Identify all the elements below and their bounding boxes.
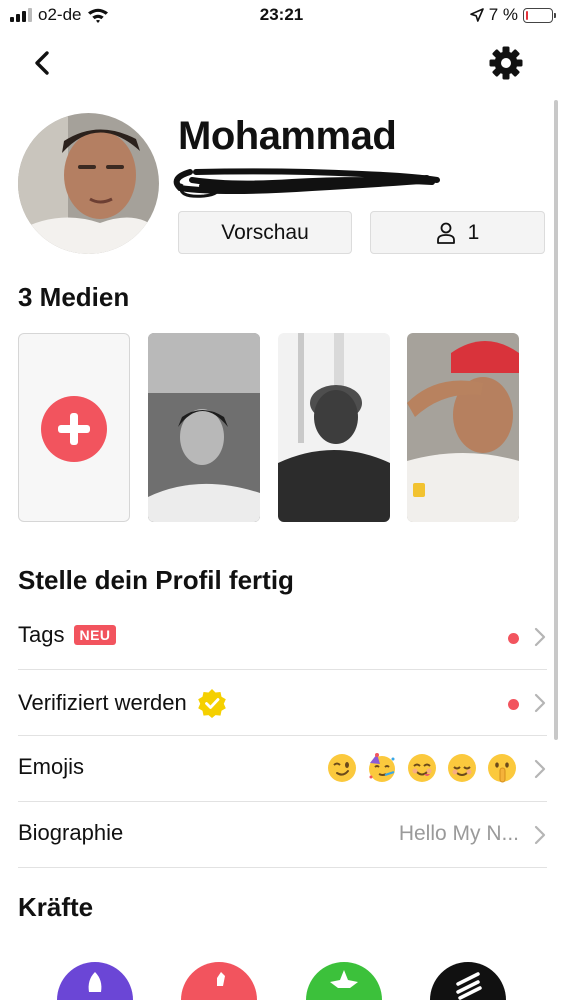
settings-button[interactable] (487, 44, 525, 82)
back-button[interactable] (26, 46, 60, 80)
finish-profile-title: Stelle dein Profil fertig (18, 565, 294, 595)
media-title: 3 Medien (18, 282, 130, 312)
preview-button[interactable]: Vorschau (178, 211, 352, 254)
power-stack-button[interactable] (430, 962, 506, 1000)
notification-dot (508, 633, 519, 644)
avatar[interactable] (18, 113, 159, 254)
media-thumbnail[interactable] (148, 333, 260, 522)
row-label: Verifiziert werden (18, 688, 227, 718)
person-icon (436, 222, 455, 244)
plus-icon (41, 396, 107, 462)
row-tags-label: Tags (18, 622, 65, 647)
media-photo (278, 333, 390, 522)
media-photo (148, 333, 260, 522)
smiling-face-icon (408, 754, 436, 782)
winking-face-icon (328, 754, 356, 782)
row-verified-label: Verifiziert werden (18, 690, 187, 715)
battery-level (526, 10, 528, 20)
row-label: Emojis (18, 754, 84, 780)
scrollbar[interactable] (554, 100, 558, 740)
add-media-button[interactable] (18, 333, 130, 522)
thumbs-up-icon (217, 972, 225, 986)
row-biography[interactable]: Biographie Hello My N... (18, 802, 547, 868)
row-label: Tags NEU (18, 622, 116, 648)
row-label: Biographie (18, 820, 123, 846)
chevron-right-icon (534, 693, 546, 713)
relieved-face-icon (448, 754, 476, 782)
chevron-right-icon (534, 627, 546, 647)
media-thumbnail[interactable] (407, 333, 519, 522)
redaction-scribble (173, 168, 440, 198)
profile-name: Mohammad (178, 114, 397, 158)
divider (18, 867, 547, 868)
followers-button[interactable]: 1 (370, 211, 545, 254)
media-thumbnail[interactable] (278, 333, 390, 522)
power-boost-button[interactable] (57, 962, 133, 1000)
avatar-photo (18, 113, 159, 254)
powers-title: Kräfte (18, 892, 94, 922)
location-arrow-icon (469, 8, 484, 22)
shushing-face-icon (488, 754, 516, 783)
followers-count: 1 (467, 220, 480, 244)
notification-dot (508, 699, 519, 710)
chevron-right-icon (534, 759, 546, 779)
new-badge: NEU (74, 625, 116, 645)
row-emojis-label: Emojis (18, 754, 85, 779)
power-star-button[interactable] (306, 962, 382, 1000)
row-verified[interactable]: Verifiziert werden (18, 670, 547, 736)
battery-percent: 7 % (488, 5, 518, 24)
power-like-button[interactable] (181, 962, 257, 1000)
star-icon (330, 970, 358, 988)
row-biography-label: Biographie (18, 820, 124, 845)
status-right: 7 % (469, 5, 556, 25)
media-photo (407, 333, 519, 522)
status-bar: o2-de 23:21 7 % (0, 0, 563, 32)
row-tags[interactable]: Tags NEU (18, 604, 547, 670)
rocket-icon (88, 972, 102, 992)
partying-face-icon (369, 753, 395, 782)
verified-badge-icon (197, 689, 226, 718)
chevron-right-icon (534, 825, 546, 845)
battery-icon (523, 7, 556, 23)
biography-preview: Hello My N... (398, 822, 519, 845)
stack-icon (456, 972, 482, 1000)
emoji-list (327, 753, 517, 783)
chevron-left-icon (35, 51, 49, 75)
row-emojis[interactable]: Emojis (18, 736, 547, 802)
